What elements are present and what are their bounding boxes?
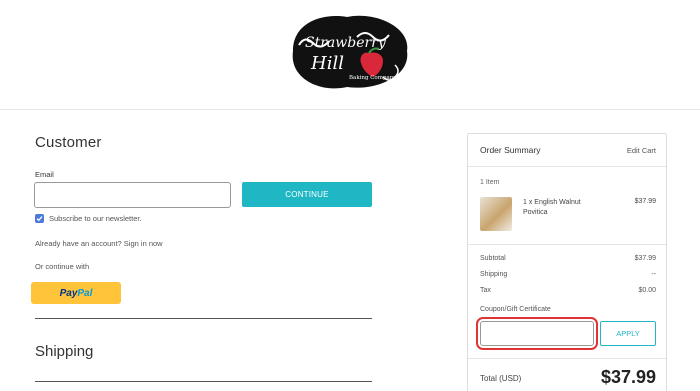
order-summary-title: Order Summary	[480, 145, 541, 155]
subtotal-value: $37.99	[634, 255, 656, 262]
paypal-text-2: Pal	[77, 287, 93, 299]
tax-row: Tax $0.00	[480, 287, 656, 294]
site-header: Strawberry Hill Baking Company	[0, 0, 700, 110]
email-field[interactable]	[34, 182, 231, 208]
shipping-label: Shipping	[480, 271, 508, 278]
total-value: $37.99	[600, 367, 656, 387]
shipping-value: --	[651, 271, 656, 278]
order-summary-header: Order Summary Edit Cart	[468, 134, 666, 167]
product-price: $37.99	[634, 198, 656, 205]
apply-button[interactable]: APPLY	[600, 321, 656, 346]
section-divider	[35, 381, 372, 382]
customer-heading: Customer	[35, 134, 102, 151]
section-divider	[35, 318, 372, 319]
product-image	[480, 197, 512, 231]
tax-value: $0.00	[638, 287, 656, 294]
summary-divider	[468, 244, 666, 245]
edit-cart-link[interactable]: Edit Cart	[627, 146, 656, 155]
check-icon	[36, 216, 43, 222]
item-count: 1 Item	[480, 179, 500, 186]
brand-logo[interactable]: Strawberry Hill Baking Company	[285, 7, 415, 95]
summary-divider	[468, 358, 666, 359]
shipping-row: Shipping --	[480, 271, 656, 278]
newsletter-checkbox[interactable]	[35, 214, 44, 223]
order-summary-panel: Order Summary Edit Cart 1 Item 1 x Engli…	[467, 133, 667, 391]
continue-button[interactable]: CONTINUE	[242, 182, 372, 207]
subtotal-row: Subtotal $37.99	[480, 255, 656, 262]
product-name: 1 x English Walnut Povitica	[523, 199, 581, 216]
signin-link[interactable]: Already have an account? Sign in now	[35, 239, 163, 248]
shipping-heading: Shipping	[35, 343, 94, 360]
newsletter-option[interactable]: Subscribe to our newsletter.	[35, 214, 142, 223]
coupon-label: Coupon/Gift Certificate	[480, 306, 551, 313]
paypal-button[interactable]: Pay Pal	[31, 282, 121, 304]
subtotal-label: Subtotal	[480, 255, 506, 262]
continue-with-label: Or continue with	[35, 262, 90, 271]
total-label: Total (USD)	[480, 374, 522, 383]
tax-label: Tax	[480, 287, 491, 294]
newsletter-label: Subscribe to our newsletter.	[49, 214, 142, 223]
logo-line-2: Hill	[310, 53, 344, 74]
paypal-text-1: Pay	[59, 287, 78, 299]
email-label: Email	[35, 170, 54, 179]
coupon-field[interactable]	[476, 317, 598, 350]
